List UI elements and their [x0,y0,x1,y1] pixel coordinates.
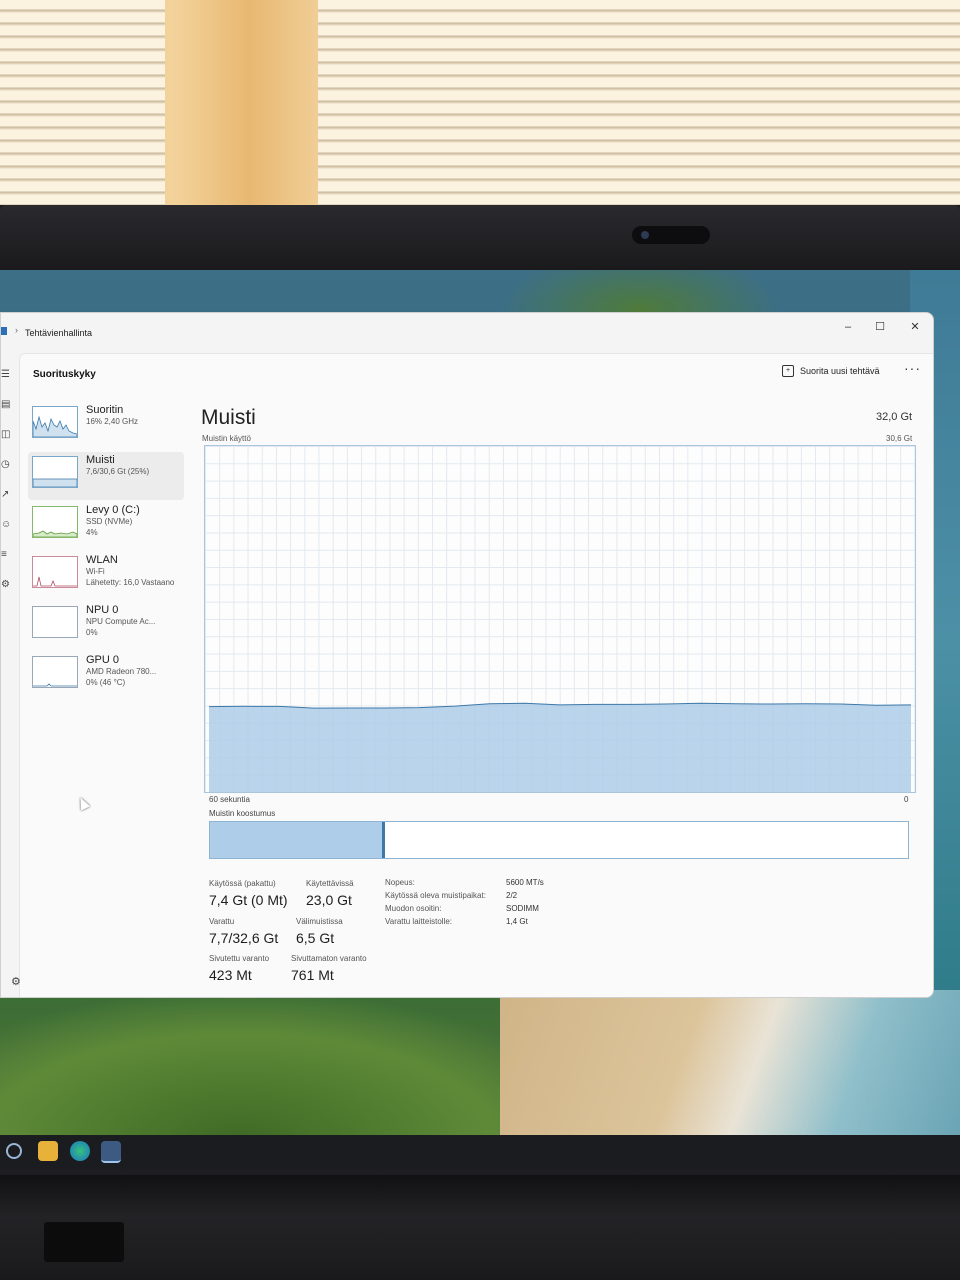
more-options-button[interactable]: ··· [904,360,921,376]
sidebar-item-detail: Lähetetty: 16,0 Vastaano [86,578,175,587]
memory-max-label: 30,6 Gt [886,434,913,443]
performance-sidebar: Suoritin 16% 2,40 GHz Muisti 7,6/30,6 Gt… [28,402,184,702]
sidebar-item-detail: SSD (NVMe) [86,517,133,526]
memory-title: Muisti [201,406,256,429]
disk-thumbnail-graph [32,506,78,538]
in-use-label: Käytössä (pakattu) [209,879,276,888]
cpu-thumbnail-graph [32,406,78,438]
memory-composition-label: Muistin koostumus [209,809,276,818]
window-blinds [0,0,165,210]
composition-standby-segment [385,822,526,858]
task-manager-window: › Tehtävienhallinta – ☐ ✕ ☰ ▤ ◫ ◷ ↗ ☺ ≡ … [0,312,934,998]
cached-value: 6,5 Gt [296,930,335,946]
graph-axis-end: 0 [904,795,909,804]
paged-pool-label: Sivutettu varanto [209,954,270,963]
sidebar-item-wlan[interactable]: WLAN Wi-Fi Lähetetty: 16,0 Vastaano [28,552,184,600]
in-use-value: 7,4 Gt (0 Mt) [209,892,288,908]
hamburger-menu-icon[interactable]: ☰ [1,369,13,381]
memory-thumbnail-graph [32,456,78,488]
chevron-icon: › [15,325,18,335]
npu-thumbnail-graph [32,606,78,638]
edge-browser-icon[interactable] [70,1141,90,1161]
memory-usage-label: Muistin käyttö [202,434,251,443]
sidebar-item-detail: 16% 2,40 GHz [86,417,139,426]
composition-free-segment [525,822,908,858]
sidebar-item-label: WLAN [86,554,118,566]
available-label: Käytettävissä [306,879,354,888]
run-task-label: Suorita uusi tehtävä [800,366,880,376]
memory-usage-chart [208,702,912,792]
taskbar [0,1135,960,1169]
slots-value: 2/2 [506,891,518,900]
sidebar-item-detail: Wi-Fi [86,567,105,576]
laptop-bezel-top [0,205,960,275]
webcam-lens [641,231,649,239]
available-value: 23,0 Gt [306,892,352,908]
run-new-task-button[interactable]: + Suorita uusi tehtävä [782,365,880,377]
wallpaper-beach [500,990,960,1138]
slots-key: Käytössä oleva muistipaikat: [385,891,486,900]
memory-composition-bar [209,821,909,859]
composition-in-use-segment [210,822,382,858]
close-button[interactable]: ✕ [904,317,926,337]
sidebar-item-detail: AMD Radeon 780... [86,667,157,676]
nav-rail: ☰ ▤ ◫ ◷ ↗ ☺ ≡ ⚙ [1,353,17,993]
sidebar-item-detail: 7,6/30,6 Gt (25%) [86,467,150,476]
memory-usage-area [209,703,911,792]
graph-axis-start: 60 sekuntia [209,795,250,804]
memory-total: 32,0 Gt [876,411,913,423]
settings-icon[interactable]: ⚙ [11,975,21,988]
committed-label: Varattu [209,917,235,926]
task-manager-icon [1,327,7,335]
details-icon[interactable]: ≡ [1,549,13,561]
app-history-icon[interactable]: ◷ [1,459,13,471]
run-task-icon: + [782,365,794,377]
hardware-reserved-value: 1,4 Gt [506,917,528,926]
memory-usage-graph [204,445,916,793]
maximize-button[interactable]: ☐ [869,317,891,337]
speed-key: Nopeus: [385,878,415,887]
form-factor-key: Muodon osoitin: [385,904,442,913]
minimize-button[interactable]: – [837,317,859,337]
startup-apps-icon[interactable]: ↗ [1,489,13,501]
sidebar-item-detail: 0% [86,628,98,637]
sidebar-item-memory[interactable]: Muisti 7,6/30,6 Gt (25%) [28,452,184,500]
sidebar-item-detail: 0% (46 °C) [86,678,126,687]
wlan-thumbnail-graph [32,556,78,588]
speed-value: 5600 MT/s [506,878,544,887]
window-title: Tehtävienhallinta [25,328,93,338]
laptop-hinge [44,1222,124,1262]
page-title: Suorituskyky [33,369,96,380]
sidebar-item-label: Suoritin [86,404,124,416]
services-icon[interactable]: ⚙ [1,579,13,591]
performance-page: Suorituskyky + Suorita uusi tehtävä ··· … [19,353,933,997]
sidebar-item-cpu[interactable]: Suoritin 16% 2,40 GHz [28,402,184,450]
task-manager-taskbar-icon[interactable] [101,1141,121,1163]
search-icon[interactable] [6,1143,22,1159]
nonpaged-pool-value: 761 Mt [291,967,334,983]
committed-value: 7,7/32,6 Gt [209,930,279,946]
performance-icon[interactable]: ◫ [1,429,13,441]
paged-pool-value: 423 Mt [209,967,252,983]
sidebar-item-detail: 4% [86,528,98,537]
window-blinds [318,0,960,210]
sidebar-item-label: NPU 0 [86,604,119,616]
gpu-thumbnail-graph [32,656,78,688]
sidebar-item-gpu[interactable]: GPU 0 AMD Radeon 780... 0% (46 °C) [28,652,184,700]
cached-label: Välimuistissa [296,917,343,926]
sidebar-item-label: Muisti [86,454,115,466]
laptop-keyboard-deck [0,1175,960,1280]
processes-icon[interactable]: ▤ [1,399,13,411]
sidebar-item-disk[interactable]: Levy 0 (C:) SSD (NVMe) 4% [28,502,184,550]
sidebar-item-npu[interactable]: NPU 0 NPU Compute Ac... 0% [28,602,184,650]
sidebar-item-label: Levy 0 (C:) [86,504,140,516]
nonpaged-pool-label: Sivuttamaton varanto [291,954,367,963]
sidebar-item-label: GPU 0 [86,654,120,666]
file-explorer-icon[interactable] [38,1141,58,1161]
users-icon[interactable]: ☺ [1,519,13,531]
sidebar-item-detail: NPU Compute Ac... [86,617,156,626]
title-bar: › Tehtävienhallinta – ☐ ✕ [1,313,933,349]
form-factor-value: SODIMM [506,904,539,913]
hardware-reserved-key: Varattu laitteistolle: [385,917,452,926]
